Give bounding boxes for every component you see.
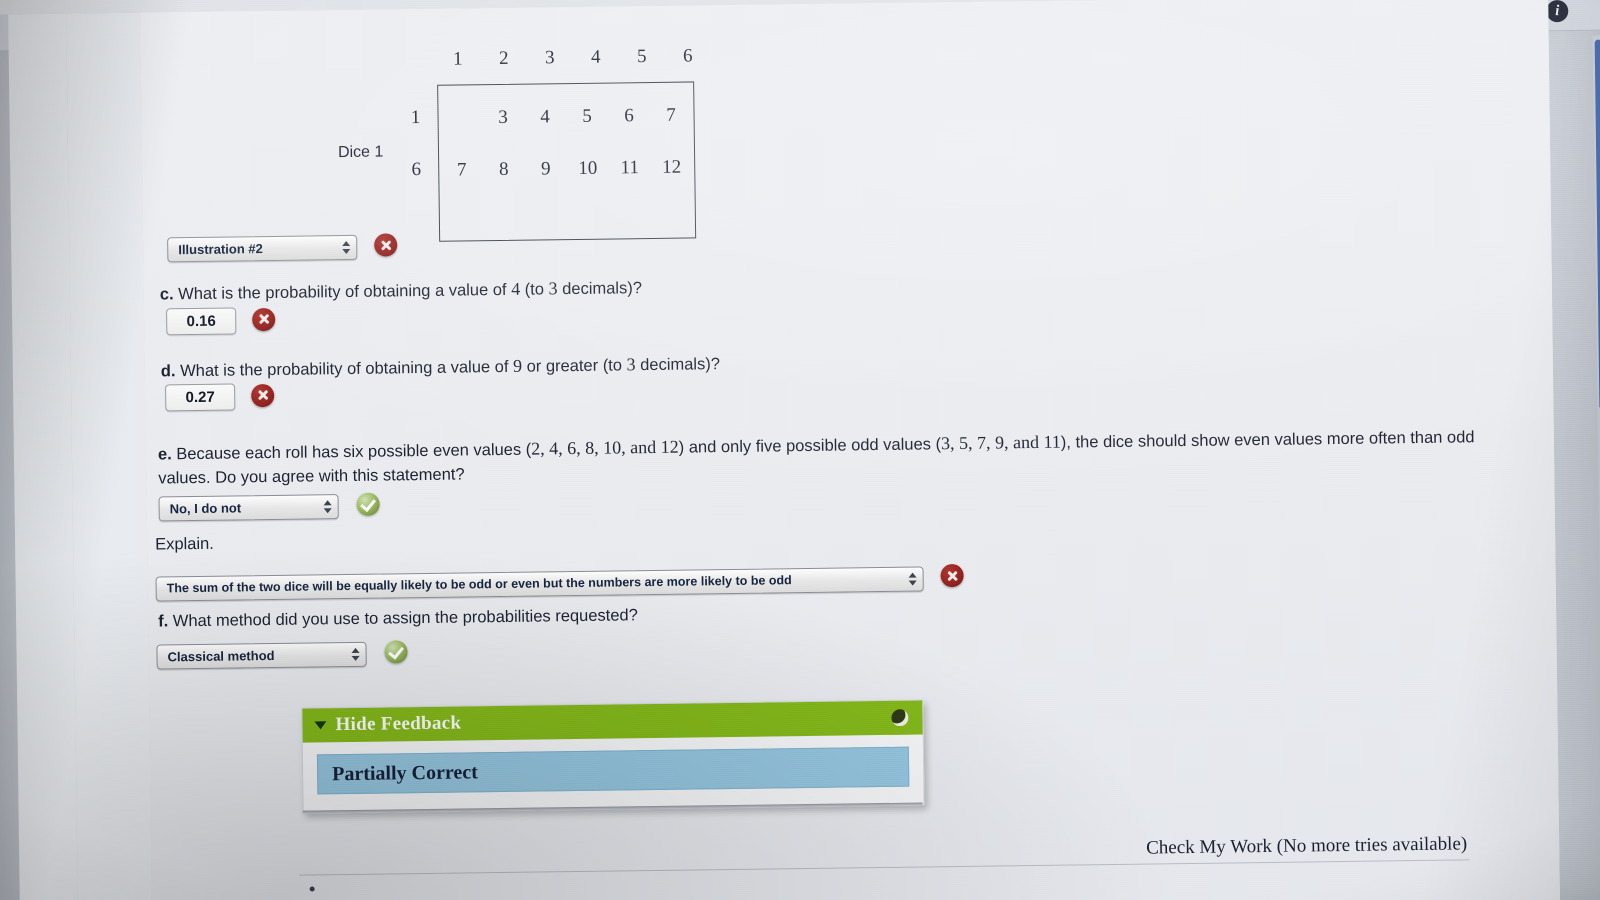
dice2-header-cell: 4 [590, 46, 601, 68]
spinner-arrows-icon [323, 499, 332, 515]
dice1-header-cell: 1 [410, 107, 421, 129]
question-d-text-3: decimals)? [635, 355, 721, 375]
question-c-prompt: c. What is the probability of obtaining … [160, 271, 860, 307]
question-d-text-1: What is the probability of obtaining a v… [180, 357, 514, 381]
feedback-toggle-icon[interactable] [891, 709, 909, 727]
spinner-arrows-icon [341, 239, 350, 255]
agree-select[interactable]: No, I do not [158, 494, 339, 522]
question-e-agree-row: No, I do not [158, 492, 380, 523]
status-icon-wrong [251, 383, 275, 407]
question-f-text: What method did you use to assign the pr… [172, 606, 638, 631]
dice1-row-label: Dice 1 [337, 143, 384, 162]
question-e-text-2: ) and only five possible odd values ( [678, 435, 942, 457]
caret-down-icon [314, 721, 327, 730]
question-d-answer-input[interactable]: 0.27 [165, 383, 236, 412]
question-e-odd-values: 3, 5, 7, 9, and 11 [940, 431, 1061, 454]
dice1-header-cell: 6 [411, 159, 422, 181]
question-c-text-1: What is the probability of obtaining a v… [178, 280, 512, 304]
illustration-select-value: Illustration #2 [178, 241, 263, 258]
agree-select-value: No, I do not [169, 500, 242, 517]
browser-window: HW4 ▼Search in this course i 1 2 3 4 5 [0, 0, 1600, 900]
question-f-prompt: f. What method did you use to assign the… [158, 601, 858, 634]
status-icon-correct [356, 492, 380, 516]
illustration-row: Illustration #2 [167, 233, 398, 263]
explain-select-value: The sum of the two dice will be equally … [166, 573, 792, 596]
dice1-row-headers: 1 6 [399, 107, 432, 211]
feedback-panel: Hide Feedback Partially Correct [301, 699, 925, 814]
question-d-answer-row: 0.27 [165, 383, 275, 412]
matrix-cell: 4 [540, 106, 550, 128]
explain-row: The sum of the two dice will be equally … [155, 563, 964, 602]
question-f-letter: f. [158, 612, 169, 631]
sidebar-inner-rail [66, 12, 154, 900]
status-badge: Partially Correct [316, 746, 910, 795]
question-e-prompt: e. Because each roll has six possible ev… [158, 423, 1519, 492]
dice2-header-cell: 5 [636, 46, 647, 68]
question-c-answer-input[interactable]: 0.16 [166, 307, 237, 336]
question-c-text-3: decimals)? [557, 279, 643, 299]
matrix-cell: 7 [456, 159, 467, 181]
status-icon-wrong [374, 233, 398, 257]
dice-sum-table: 1 2 3 4 5 6 Dice 1 1 6 3 4 5 6 7 7 8 9 1… [322, 19, 725, 242]
question-e-letter: e. [157, 445, 172, 464]
dice2-column-headers: 1 2 3 4 5 6 [443, 45, 703, 70]
matrix-cell: 11 [620, 157, 640, 179]
dice2-header-cell: 6 [682, 45, 693, 67]
matrix-cell: 8 [498, 158, 509, 180]
assignment-content-area: 1 2 3 4 5 6 Dice 1 1 6 3 4 5 6 7 7 8 9 1… [140, 0, 1561, 900]
matrix-cell: 7 [666, 104, 676, 126]
page-divider [299, 859, 1470, 876]
matrix-cell: 6 [624, 105, 634, 127]
table-row: 3 4 5 6 7 [438, 104, 693, 129]
matrix-cell: 12 [662, 156, 682, 178]
dice2-header-cell: 3 [544, 47, 555, 69]
question-d-prompt: d. What is the probability of obtaining … [161, 347, 921, 384]
spinner-arrows-icon [908, 571, 917, 587]
dice2-header-cell: 1 [452, 48, 463, 70]
dice2-header-cell: 2 [498, 47, 509, 69]
status-icon-correct [384, 640, 408, 664]
screen-photo: HW4 ▼Search in this course i 1 2 3 4 5 [0, 0, 1600, 900]
list-bullet-icon [309, 886, 315, 892]
feedback-body: Partially Correct [303, 734, 924, 812]
status-icon-wrong [252, 307, 276, 331]
status-icon-wrong [940, 563, 964, 588]
matrix-cell: 9 [540, 158, 551, 180]
explain-select[interactable]: The sum of the two dice will be equally … [155, 565, 924, 602]
question-e-even-values: 2, 4, 6, 8, 10, and 12 [531, 436, 679, 459]
matrix-cell: 3 [498, 106, 508, 128]
assignment-sheet: 1 2 3 4 5 6 Dice 1 1 6 3 4 5 6 7 7 8 9 1… [140, 0, 1561, 900]
question-f-method-row: Classical method [156, 640, 408, 670]
method-select[interactable]: Classical method [156, 641, 367, 670]
question-d-text-2: or greater (to [521, 356, 627, 376]
partially-correct-label: Partially Correct [332, 760, 478, 785]
question-d-letter: d. [160, 362, 176, 381]
check-my-work-label: Check My Work (No more tries available) [1146, 833, 1468, 859]
table-row: 7 8 9 10 11 12 [439, 156, 694, 181]
method-select-value: Classical method [167, 647, 275, 665]
question-d-decimals: 3 [626, 354, 636, 375]
dice-matrix-box: 3 4 5 6 7 7 8 9 10 11 12 [437, 81, 697, 242]
hide-feedback-label: Hide Feedback [335, 712, 462, 736]
matrix-cell [444, 107, 477, 129]
question-c-decimals: 3 [548, 278, 558, 299]
matrix-cell: 5 [582, 105, 592, 127]
illustration-select[interactable]: Illustration #2 [167, 234, 358, 263]
explain-label: Explain. [155, 534, 214, 554]
question-c-answer-row: 0.16 [166, 307, 276, 336]
question-c-letter: c. [159, 285, 174, 304]
question-c-text-2: (to [520, 280, 549, 299]
question-e-text-1: Because each roll has six possible even … [176, 440, 532, 464]
matrix-cell: 10 [578, 157, 598, 179]
spinner-arrows-icon [350, 646, 360, 662]
